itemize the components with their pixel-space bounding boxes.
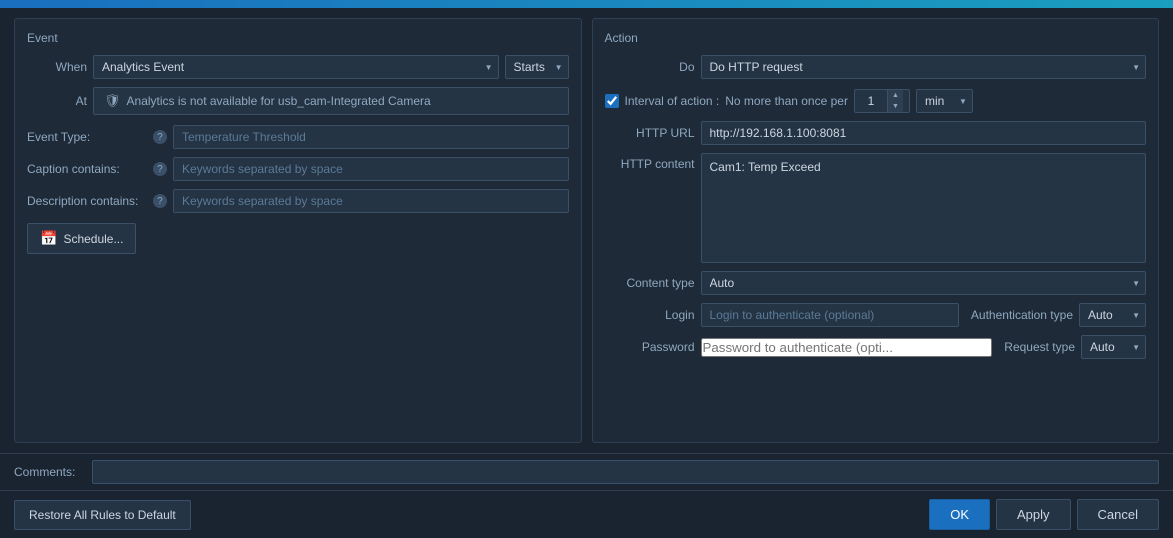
- request-type-select-wrapper[interactable]: Auto GET POST: [1081, 335, 1146, 359]
- content-type-row: Content type Auto text/plain application…: [605, 271, 1147, 295]
- interval-checkbox[interactable]: [605, 94, 619, 108]
- main-container: Event When Analytics Event Motion Input …: [0, 8, 1173, 538]
- bottom-bar: Restore All Rules to Default OK Apply Ca…: [0, 490, 1173, 538]
- event-type-label: Event Type:: [27, 130, 147, 144]
- content-type-label: Content type: [605, 276, 695, 290]
- content-type-select[interactable]: Auto text/plain application/json: [701, 271, 1147, 295]
- interval-unit-select-wrapper[interactable]: min sec hour: [916, 89, 973, 113]
- at-row: At 🛡 Analytics is not available for usb_…: [27, 87, 569, 115]
- caption-contains-input[interactable]: [173, 157, 569, 181]
- apply-button[interactable]: Apply: [996, 499, 1071, 530]
- schedule-button-label: Schedule...: [63, 232, 123, 246]
- request-type-select[interactable]: Auto GET POST: [1081, 335, 1146, 359]
- ok-button[interactable]: OK: [929, 499, 990, 530]
- http-url-label: HTTP URL: [605, 126, 695, 140]
- event-type-input[interactable]: [173, 125, 569, 149]
- do-select-wrapper[interactable]: Do HTTP request Send email Write to log: [701, 55, 1147, 79]
- action-panel: Action Do Do HTTP request Send email Wri…: [592, 18, 1160, 443]
- interval-value-input[interactable]: [855, 91, 887, 111]
- http-url-input[interactable]: [701, 121, 1147, 145]
- http-url-row: HTTP URL: [605, 121, 1147, 145]
- at-label: At: [27, 94, 87, 108]
- starts-select-wrapper[interactable]: Starts Stops: [505, 55, 569, 79]
- auth-type-label: Authentication type: [971, 308, 1073, 322]
- password-label: Password: [605, 340, 695, 354]
- event-type-help-icon[interactable]: ?: [153, 130, 167, 144]
- comments-label: Comments:: [14, 465, 84, 479]
- description-contains-label: Description contains:: [27, 194, 147, 208]
- when-select-wrapper[interactable]: Analytics Event Motion Input Signal: [93, 55, 499, 79]
- panels-row: Event When Analytics Event Motion Input …: [0, 8, 1173, 453]
- cancel-button[interactable]: Cancel: [1077, 499, 1159, 530]
- caption-help-icon[interactable]: ?: [153, 162, 167, 176]
- auth-type-select[interactable]: Auto Basic Digest: [1079, 303, 1146, 327]
- schedule-button[interactable]: 📅 Schedule...: [27, 223, 136, 254]
- comments-input[interactable]: [92, 460, 1159, 484]
- http-content-label: HTTP content: [605, 153, 695, 171]
- event-type-row: Event Type: ?: [27, 125, 569, 149]
- interval-spinner[interactable]: ▲ ▼: [854, 89, 910, 113]
- password-input[interactable]: [701, 338, 993, 357]
- request-type-label: Request type: [1004, 340, 1075, 354]
- at-box: 🛡 Analytics is not available for usb_cam…: [93, 87, 569, 115]
- action-section-title: Action: [605, 31, 1147, 45]
- spin-buttons: ▲ ▼: [887, 90, 903, 112]
- auth-type-group: Authentication type Auto Basic Digest: [971, 303, 1146, 327]
- calendar-icon: 📅: [40, 230, 57, 247]
- caption-contains-row: Caption contains: ?: [27, 157, 569, 181]
- content-type-select-wrapper[interactable]: Auto text/plain application/json: [701, 271, 1147, 295]
- description-contains-input[interactable]: [173, 189, 569, 213]
- http-content-row: HTTP content Cam1: Temp Exceed: [605, 153, 1147, 263]
- interval-unit-select[interactable]: min sec hour: [916, 89, 973, 113]
- request-type-group: Request type Auto GET POST: [1004, 335, 1146, 359]
- comments-row: Comments:: [0, 453, 1173, 490]
- restore-all-rules-button[interactable]: Restore All Rules to Default: [14, 500, 191, 530]
- at-message: Analytics is not available for usb_cam-I…: [127, 94, 431, 108]
- interval-label: Interval of action :: [625, 94, 720, 108]
- auth-type-select-wrapper[interactable]: Auto Basic Digest: [1079, 303, 1146, 327]
- description-help-icon[interactable]: ?: [153, 194, 167, 208]
- interval-row: Interval of action : No more than once p…: [605, 89, 1147, 113]
- do-select[interactable]: Do HTTP request Send email Write to log: [701, 55, 1147, 79]
- when-select[interactable]: Analytics Event Motion Input Signal: [93, 55, 499, 79]
- login-label: Login: [605, 308, 695, 322]
- spin-up-button[interactable]: ▲: [888, 90, 903, 101]
- caption-contains-label: Caption contains:: [27, 162, 147, 176]
- interval-note: No more than once per: [725, 94, 848, 108]
- action-buttons: OK Apply Cancel: [929, 499, 1159, 530]
- when-label: When: [27, 60, 87, 74]
- login-input[interactable]: [701, 303, 959, 327]
- password-row: Password Request type Auto GET POST: [605, 335, 1147, 359]
- when-row: When Analytics Event Motion Input Signal…: [27, 55, 569, 79]
- event-section-title: Event: [27, 31, 569, 45]
- event-panel: Event When Analytics Event Motion Input …: [14, 18, 582, 443]
- spin-down-button[interactable]: ▼: [888, 101, 903, 112]
- top-progress-bar: [0, 0, 1173, 8]
- do-row: Do Do HTTP request Send email Write to l…: [605, 55, 1147, 79]
- login-row: Login Authentication type Auto Basic Dig…: [605, 303, 1147, 327]
- starts-select[interactable]: Starts Stops: [505, 55, 569, 79]
- shield-icon: 🛡: [104, 93, 121, 109]
- do-label: Do: [605, 60, 695, 74]
- http-content-textarea[interactable]: Cam1: Temp Exceed: [701, 153, 1147, 263]
- description-contains-row: Description contains: ?: [27, 189, 569, 213]
